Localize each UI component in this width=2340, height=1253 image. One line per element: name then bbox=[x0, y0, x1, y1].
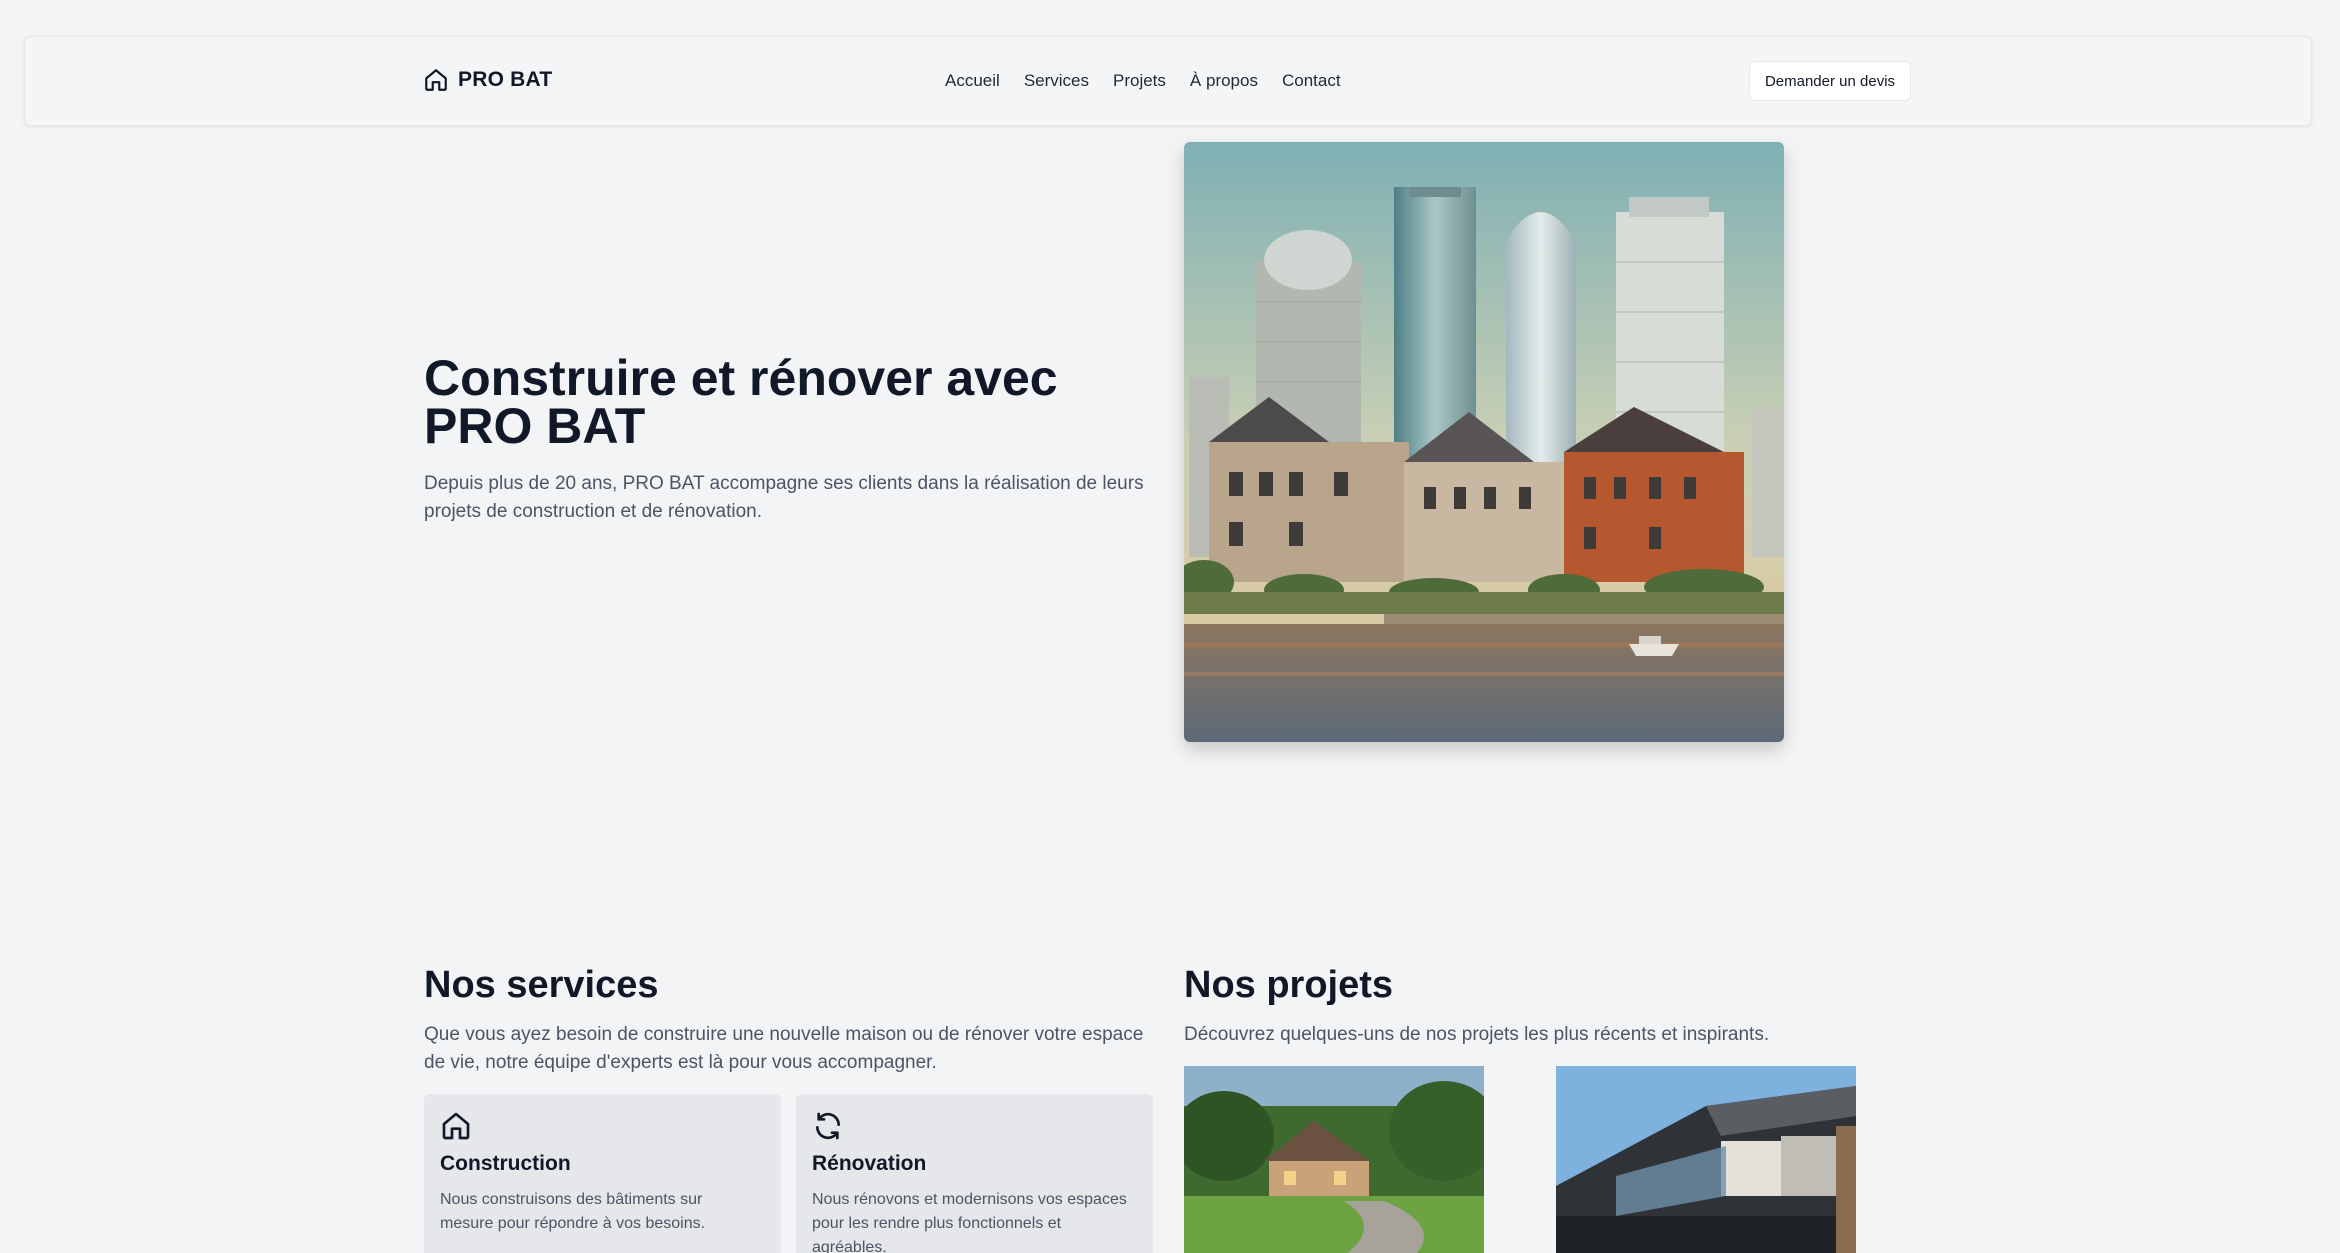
home-icon bbox=[442, 1112, 470, 1140]
refresh-icon bbox=[816, 1112, 840, 1140]
project-image-house[interactable] bbox=[1184, 1066, 1484, 1253]
services-title: Nos services bbox=[424, 964, 659, 1006]
service-card-description: Nous rénovons et modernisons vos espaces… bbox=[812, 1191, 1127, 1253]
home-icon bbox=[425, 69, 447, 91]
service-card-renovation: Rénovation Nous rénovons et modernisons … bbox=[796, 1094, 1153, 1253]
request-quote-button[interactable]: Demander un devis bbox=[1749, 61, 1911, 101]
site-header: PRO BAT Accueil Services Projets À propo… bbox=[24, 36, 2312, 126]
service-card-description: Nous construisons des bâtiments sur mesu… bbox=[440, 1191, 706, 1232]
nav-a-propos[interactable]: À propos bbox=[1190, 71, 1258, 91]
service-card-title: Construction bbox=[440, 1152, 571, 1175]
service-card-construction: Construction Nous construisons des bâtim… bbox=[424, 1094, 781, 1253]
brand-name: PRO BAT bbox=[458, 68, 553, 91]
main-nav: Accueil Services Projets À propos Contac… bbox=[945, 71, 1341, 91]
nav-projets[interactable]: Projets bbox=[1113, 71, 1166, 91]
hero-title-line2: PRO BAT bbox=[424, 398, 646, 454]
hero-subtitle: Depuis plus de 20 ans, PRO BAT accompagn… bbox=[424, 473, 1144, 522]
projects-title: Nos projets bbox=[1184, 964, 1394, 1006]
services-description: Que vous ayez besoin de construire une n… bbox=[424, 1024, 1144, 1073]
nav-contact[interactable]: Contact bbox=[1282, 71, 1341, 91]
project-image-modern[interactable] bbox=[1556, 1066, 1856, 1253]
nav-accueil[interactable]: Accueil bbox=[945, 71, 1000, 91]
hero-image bbox=[1184, 142, 1784, 742]
service-card-title: Rénovation bbox=[812, 1152, 927, 1175]
nav-services[interactable]: Services bbox=[1024, 71, 1089, 91]
brand-logo[interactable]: PRO BAT bbox=[423, 67, 552, 93]
projects-description: Découvrez quelques-uns de nos projets le… bbox=[1184, 1024, 1770, 1045]
hero-title: Construire et rénover avec PRO BAT bbox=[424, 353, 1124, 451]
